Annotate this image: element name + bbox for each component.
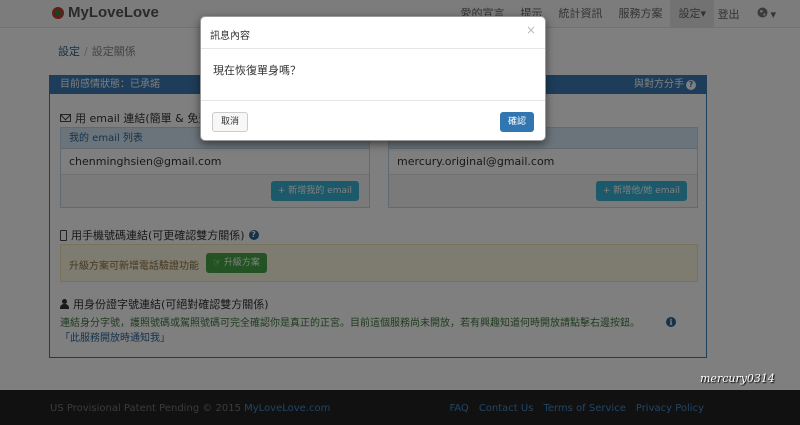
dialog-body: 現在恢復單身嗎？ [201, 49, 545, 101]
confirm-dialog: 訊息內容 × 現在恢復單身嗎？ 取消 確認 [200, 16, 546, 141]
confirm-button[interactable]: 確認 [499, 112, 534, 132]
dialog-title: 訊息內容 [210, 31, 250, 42]
dialog-header: 訊息內容 × [201, 17, 545, 49]
close-icon[interactable]: × [526, 23, 536, 37]
dialog-footer: 取消 確認 [201, 101, 545, 141]
cancel-button[interactable]: 取消 [212, 112, 249, 132]
dialog-message: 現在恢復單身嗎？ [213, 64, 301, 77]
watermark: mercury0314 [700, 372, 775, 385]
